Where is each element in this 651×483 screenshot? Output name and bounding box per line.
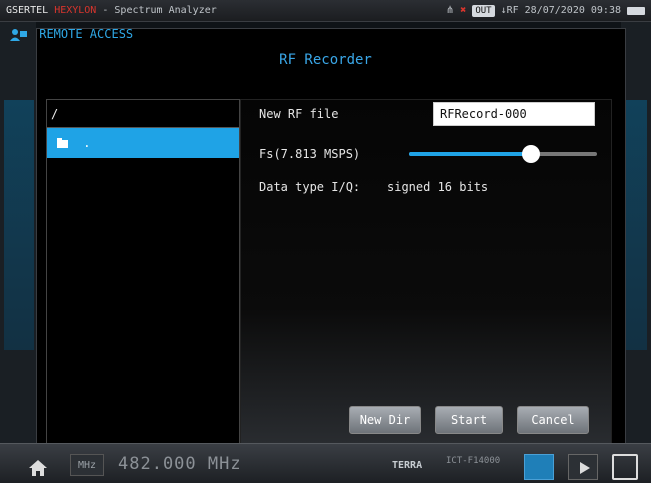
brand-logo: TERRA bbox=[392, 460, 423, 471]
new-file-label: New RF file bbox=[259, 107, 339, 121]
background-left-accent bbox=[4, 100, 34, 350]
directory-name: . bbox=[83, 136, 91, 150]
cancel-button[interactable]: Cancel bbox=[517, 406, 589, 434]
frequency-unit[interactable]: MHz bbox=[70, 454, 104, 476]
bottom-bar: MHz 482.000 MHz TERRA ICT-F14000 bbox=[0, 443, 651, 483]
out-badge: OUT bbox=[472, 5, 495, 17]
file-browser: / . bbox=[46, 99, 240, 449]
directory-list-item[interactable]: . bbox=[47, 128, 239, 158]
remote-access-header: REMOTE ACCESS bbox=[10, 24, 170, 44]
status-indicators: ⋔ ✖ OUT ↓RF 28/07/2020 09:38 bbox=[446, 0, 645, 22]
slider-thumb[interactable] bbox=[522, 145, 541, 163]
mute-icon: ✖ bbox=[460, 5, 467, 16]
product-name: HEXYLON bbox=[54, 5, 97, 16]
play-icon[interactable] bbox=[568, 454, 598, 480]
status-title: GSERTEL HEXYLON - Spectrum Analyzer bbox=[6, 0, 217, 22]
data-type-value: signed 16 bits bbox=[387, 180, 489, 194]
app-name: - Spectrum Analyzer bbox=[102, 5, 217, 16]
dialog-title: RF Recorder bbox=[279, 52, 372, 68]
device-name: ICT-F14000 bbox=[446, 456, 501, 466]
slider-fill bbox=[409, 152, 532, 156]
status-bar: GSERTEL HEXYLON - Spectrum Analyzer ⋔ ✖ … bbox=[0, 0, 651, 22]
remote-access-icon bbox=[10, 28, 27, 41]
current-path: / bbox=[47, 100, 239, 128]
frequency-value[interactable]: 482.000 MHz bbox=[118, 454, 242, 474]
sample-rate-label: Fs(7.813 MSPS) bbox=[259, 147, 361, 161]
rf-datetime: ↓RF 28/07/2020 09:38 bbox=[500, 5, 621, 16]
rf-button[interactable] bbox=[524, 454, 554, 480]
home-icon[interactable] bbox=[28, 458, 48, 478]
save-icon[interactable] bbox=[612, 454, 638, 480]
brand-name: GSERTEL bbox=[6, 5, 49, 16]
network-icon: ⋔ bbox=[445, 5, 455, 16]
sample-rate-slider[interactable] bbox=[409, 145, 597, 163]
folder-icon bbox=[57, 137, 68, 148]
battery-icon bbox=[627, 7, 645, 15]
recorder-settings: New RF file Fs(7.813 MSPS) Data type I/Q… bbox=[240, 99, 612, 449]
start-button[interactable]: Start bbox=[435, 406, 503, 434]
filename-input[interactable] bbox=[433, 102, 595, 126]
new-dir-button[interactable]: New Dir bbox=[349, 406, 421, 434]
data-type-label: Data type I/Q: bbox=[259, 180, 361, 194]
background-right-accent bbox=[623, 100, 647, 350]
remote-access-label: REMOTE ACCESS bbox=[39, 27, 134, 41]
